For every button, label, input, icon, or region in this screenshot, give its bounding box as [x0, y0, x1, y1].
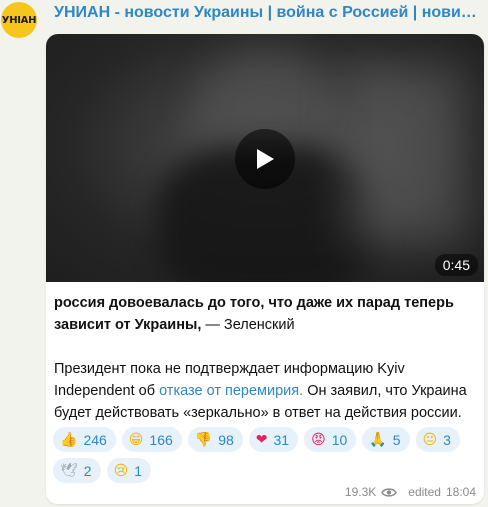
- reactions-row: 👍 246 😁 166 👎 98 ❤ 31 😡 10 🙏 5 😐 3: [53, 427, 481, 452]
- edited-label: edited: [408, 485, 441, 499]
- reaction-count: 5: [392, 431, 401, 448]
- reaction-button[interactable]: 😢 1: [106, 458, 151, 483]
- reaction-count: 10: [331, 431, 348, 448]
- thumbs-up-icon: 👍: [60, 431, 78, 448]
- reaction-button[interactable]: 😡 10: [304, 427, 357, 452]
- message-footer: 19.3K edited 18:04: [345, 485, 476, 499]
- thumbs-down-icon: 👎: [194, 431, 213, 448]
- message-attribution: — Зеленский: [201, 317, 295, 333]
- reaction-button[interactable]: 🙏 5: [362, 427, 410, 452]
- dove-icon: 🕊: [60, 462, 78, 479]
- play-icon: [257, 149, 274, 169]
- message-text: россия довоевалась до того, что даже их …: [54, 292, 478, 424]
- reaction-button[interactable]: ❤ 31: [248, 427, 299, 452]
- reaction-count: 3: [443, 431, 451, 448]
- folded-hands-icon: 🙏: [369, 431, 387, 448]
- reaction-count: 166: [149, 431, 173, 448]
- reaction-count: 2: [83, 462, 92, 479]
- reaction-count: 31: [273, 431, 290, 448]
- crying-face-icon: 😢: [113, 462, 129, 479]
- message-link[interactable]: отказе от перемирия.: [159, 383, 303, 399]
- message-bubble: 0:45 россия довоевалась до того, что даж…: [46, 34, 484, 504]
- reaction-button[interactable]: 🕊 2: [53, 458, 101, 483]
- reaction-count: 1: [134, 462, 142, 479]
- reaction-button[interactable]: 😐 3: [415, 427, 460, 452]
- eye-icon: [381, 487, 398, 497]
- channel-avatar[interactable]: УНІАН: [1, 2, 37, 38]
- reaction-button[interactable]: 😁 166: [121, 427, 182, 452]
- reaction-button[interactable]: 👍 246: [53, 427, 116, 452]
- reactions-row: 🕊 2 😢 1: [53, 458, 481, 483]
- red-heart-icon: ❤: [255, 431, 268, 448]
- message-headline: россия довоевалась до того, что даже их …: [54, 292, 478, 336]
- message-time: 18:04: [445, 485, 476, 499]
- reactions-bar: 👍 246 😁 166 👎 98 ❤ 31 😡 10 🙏 5 😐 3 🕊 2 😢 1: [53, 427, 481, 489]
- video-player[interactable]: 0:45: [46, 34, 484, 282]
- reaction-count: 246: [83, 431, 107, 448]
- message-paragraph: Президент пока не подтверждает информаци…: [54, 358, 478, 424]
- reaction-button[interactable]: 👎 98: [187, 427, 243, 452]
- reaction-count: 98: [218, 431, 234, 448]
- channel-title[interactable]: УНИАН - новости Украины | война с Россие…: [54, 4, 478, 22]
- neutral-face-icon: 😐: [422, 431, 438, 448]
- view-count: 19.3K: [344, 485, 377, 499]
- avatar-logo-text: УНІАН: [1, 14, 37, 26]
- play-button[interactable]: [235, 129, 295, 189]
- angry-face-icon: 😡: [311, 431, 326, 448]
- grinning-face-icon: 😁: [128, 431, 144, 448]
- video-duration: 0:45: [434, 254, 478, 276]
- video-frame-blur: [346, 64, 466, 244]
